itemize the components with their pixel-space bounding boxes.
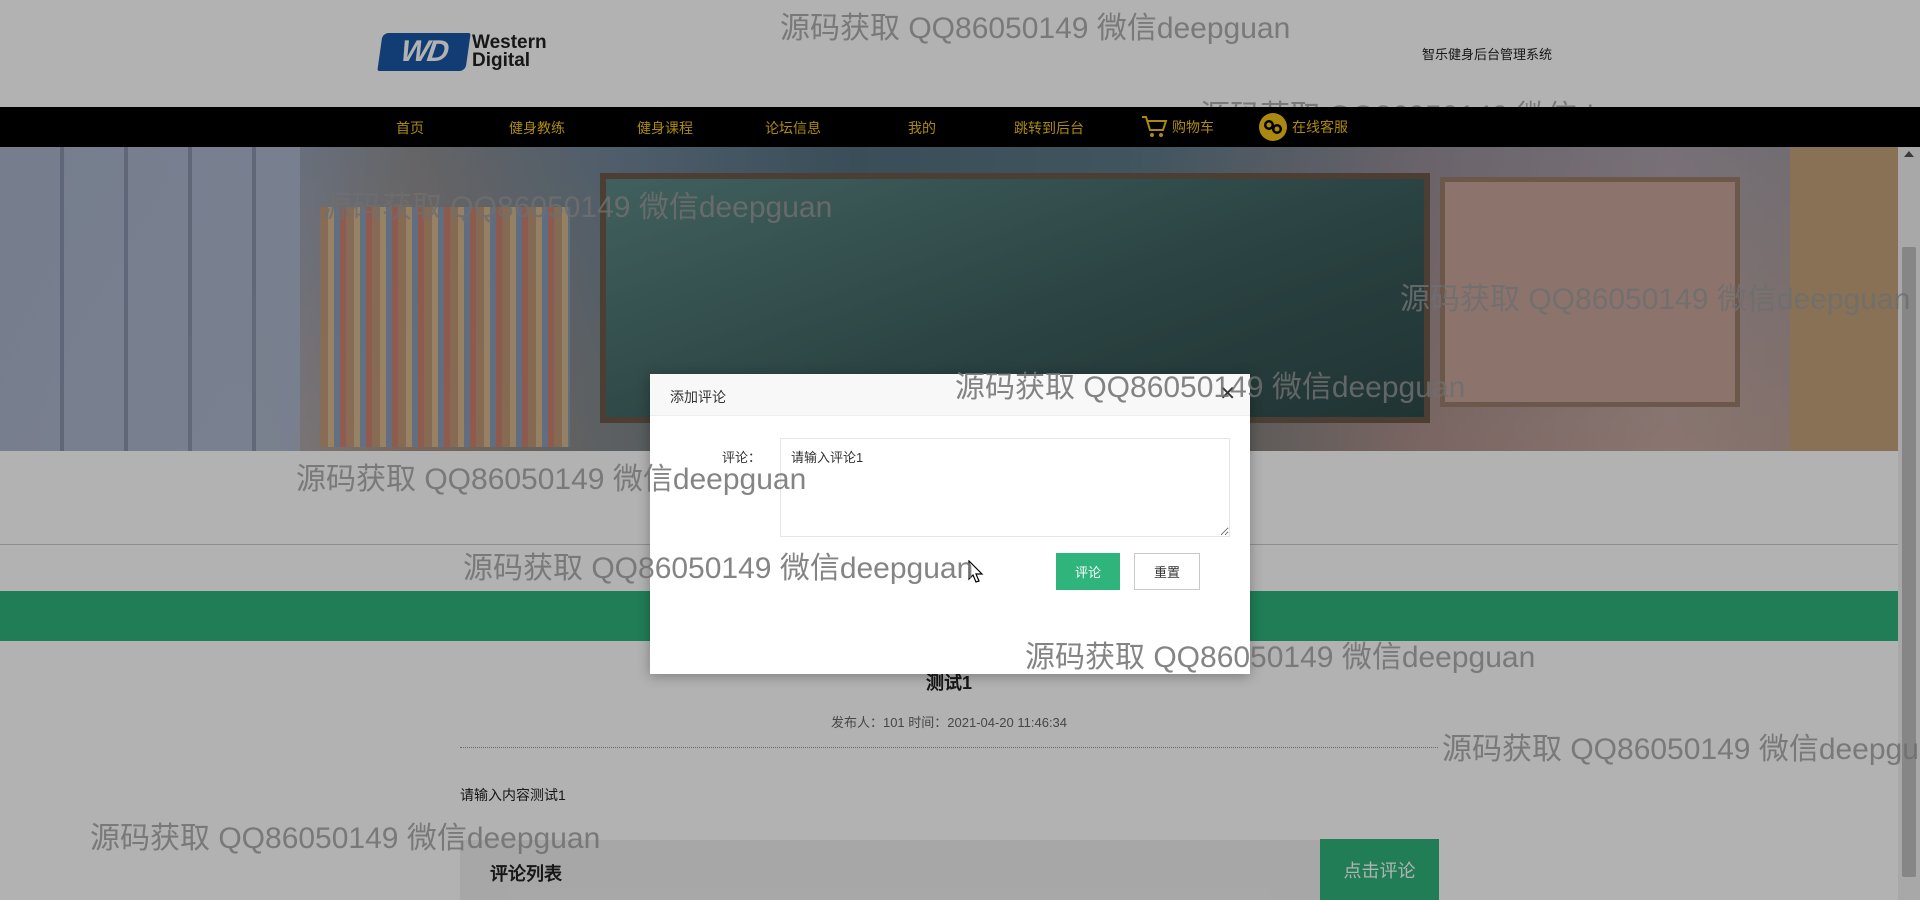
reset-button[interactable]: 重置 (1134, 553, 1200, 590)
close-icon[interactable]: ✕ (1219, 384, 1236, 404)
comment-textarea[interactable]: 请输入评论1 (780, 438, 1230, 537)
comment-field-label: 评论： (722, 450, 762, 465)
dialog-header: 添加评论 ✕ (650, 374, 1250, 416)
dialog-title: 添加评论 (670, 389, 726, 405)
submit-comment-button[interactable]: 评论 (1056, 553, 1120, 590)
mouse-cursor-icon (968, 559, 984, 589)
add-comment-dialog: 添加评论 ✕ 评论： 请输入评论1 评论 重置 (650, 374, 1250, 674)
